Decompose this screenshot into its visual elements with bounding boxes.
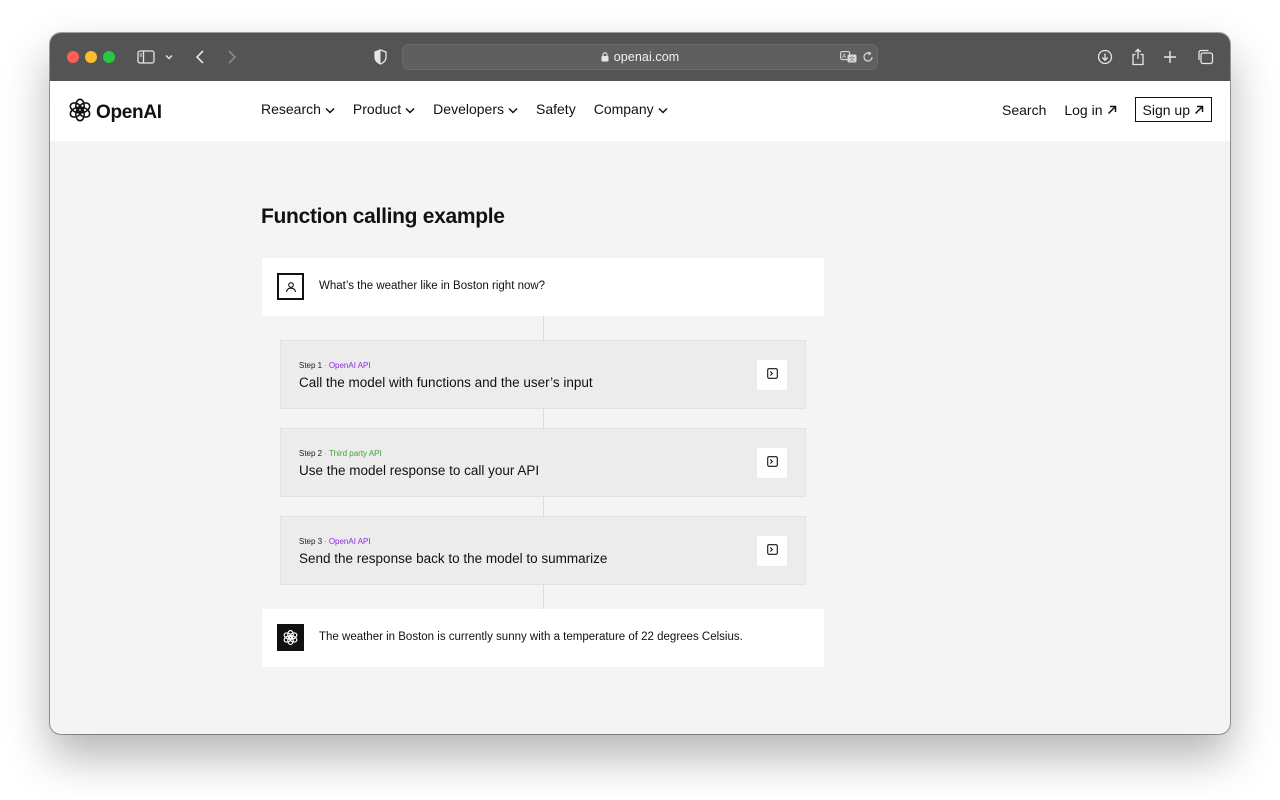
download-icon[interactable] xyxy=(1096,46,1114,68)
signup-label: Sign up xyxy=(1142,101,1190,118)
terminal-icon xyxy=(766,454,778,472)
signup-button[interactable]: Sign up xyxy=(1134,97,1212,122)
site-header: OpenAI Research Product Developers Safet… xyxy=(50,81,1230,141)
sidebar-icon[interactable] xyxy=(136,46,156,68)
tabs-overview-icon[interactable] xyxy=(1195,46,1215,68)
step-number: Step 1 xyxy=(299,361,323,370)
step-card: Step 1 · OpenAI API Call the model with fu… xyxy=(280,340,806,409)
flow-connector xyxy=(543,409,544,428)
browser-window: openai.com A文 OpenAI Research Product De… xyxy=(50,33,1230,734)
reload-icon[interactable] xyxy=(861,49,875,65)
lock-icon xyxy=(601,51,609,65)
step-title: Use the model response to call your API xyxy=(299,463,540,478)
search-label: Search xyxy=(1002,101,1047,118)
step-card: Step 3 · OpenAI API Send the response back… xyxy=(280,516,806,585)
flow-connector xyxy=(543,585,544,609)
nav-safety-label: Safety xyxy=(536,101,576,117)
login-label: Log in xyxy=(1064,101,1103,118)
step-number: Step 3 xyxy=(299,537,323,546)
user-icon xyxy=(277,273,304,300)
terminal-icon xyxy=(766,366,778,384)
main-nav: Research Product Developers Safety Compa… xyxy=(261,101,686,117)
share-icon[interactable] xyxy=(1129,46,1147,68)
close-window-button[interactable] xyxy=(67,51,79,63)
logo-text: OpenAI xyxy=(96,101,162,123)
new-tab-icon[interactable] xyxy=(1161,46,1179,68)
chevron-down-icon xyxy=(658,101,668,117)
nav-product-label: Product xyxy=(352,101,402,117)
api-label: OpenAI API xyxy=(328,361,371,370)
forward-icon[interactable] xyxy=(224,46,240,68)
openai-bot-icon xyxy=(277,624,304,651)
login-link[interactable]: Log in xyxy=(1064,102,1116,118)
nav-developers-label: Developers xyxy=(433,101,504,117)
nav-research-label: Research xyxy=(261,101,321,117)
url-text: openai.com xyxy=(613,50,680,64)
nav-company-label: Company xyxy=(593,101,654,117)
openai-logo[interactable]: OpenAI xyxy=(67,97,162,128)
flow-connector xyxy=(543,497,544,516)
page-title: Function calling example xyxy=(261,205,505,228)
address-bar[interactable]: openai.com A文 xyxy=(402,44,878,70)
nav-developers[interactable]: Developers xyxy=(433,101,518,117)
shield-icon[interactable] xyxy=(372,46,388,68)
flow-connector xyxy=(543,316,544,340)
assistant-message-card: The weather in Boston is currently sunny… xyxy=(262,609,824,667)
step-title: Call the model with functions and the us… xyxy=(299,375,593,390)
step-meta: Step 3 · OpenAI API xyxy=(299,537,371,546)
step-title: Send the response back to the model to s… xyxy=(299,551,608,566)
view-code-button[interactable] xyxy=(757,536,787,566)
view-code-button[interactable] xyxy=(757,448,787,478)
arrow-up-right-icon xyxy=(1107,102,1117,118)
step-card: Step 2 · Third party API Use the model res… xyxy=(280,428,806,497)
nav-product[interactable]: Product xyxy=(353,101,415,117)
svg-text:文: 文 xyxy=(849,55,855,63)
step-meta: Step 1 · OpenAI API xyxy=(299,361,371,370)
maximize-window-button[interactable] xyxy=(103,51,115,63)
nav-company[interactable]: Company xyxy=(594,101,668,117)
translate-icon[interactable]: A文 xyxy=(839,49,857,65)
chevron-down-icon xyxy=(508,101,518,117)
back-icon[interactable] xyxy=(192,46,208,68)
chevron-down-icon xyxy=(405,101,415,117)
api-label: Third party API xyxy=(328,449,382,458)
minimize-window-button[interactable] xyxy=(85,51,97,63)
assistant-message-text: The weather in Boston is currently sunny… xyxy=(319,631,743,643)
svg-text:A: A xyxy=(842,53,847,60)
user-message-text: What’s the weather like in Boston right … xyxy=(319,280,546,292)
openai-logo-icon xyxy=(67,97,93,128)
view-code-button[interactable] xyxy=(757,360,787,390)
api-label: OpenAI API xyxy=(328,537,371,546)
nav-safety[interactable]: Safety xyxy=(536,101,576,117)
step-number: Step 2 xyxy=(299,449,323,458)
user-message-card: What’s the weather like in Boston right … xyxy=(262,258,824,316)
header-actions: Search Log in Sign up xyxy=(984,97,1212,122)
arrow-up-right-icon xyxy=(1194,105,1204,115)
nav-research[interactable]: Research xyxy=(261,101,335,117)
step-meta: Step 2 · Third party API xyxy=(299,449,382,458)
chevron-down-icon xyxy=(325,101,335,117)
search-link[interactable]: Search xyxy=(1002,102,1046,118)
browser-toolbar: openai.com A文 xyxy=(50,33,1230,81)
chevron-down-icon[interactable] xyxy=(163,46,175,68)
terminal-icon xyxy=(766,542,778,560)
